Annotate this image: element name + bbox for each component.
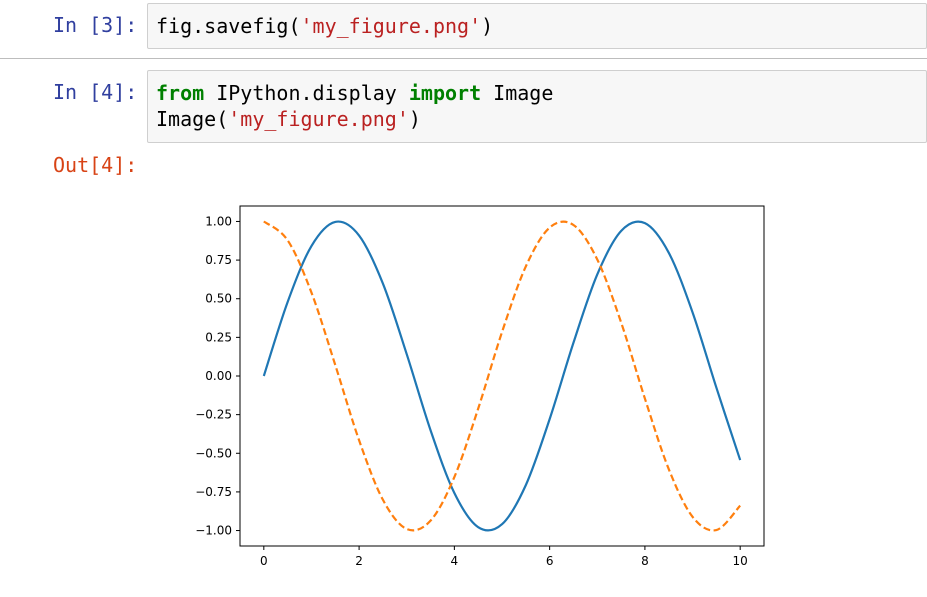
code-token: fig.savefig( bbox=[156, 14, 301, 38]
series-line-dashed bbox=[263, 220, 742, 532]
x-tick-label: 10 bbox=[733, 554, 748, 568]
code-line: Image('my_figure.png') bbox=[156, 106, 421, 132]
cell-separator bbox=[0, 58, 927, 59]
y-tick-label: 0.25 bbox=[205, 330, 232, 344]
y-tick-label: 1.00 bbox=[205, 214, 232, 228]
y-tick-label: 0.50 bbox=[205, 292, 232, 306]
y-tick-label: −0.75 bbox=[195, 485, 232, 499]
series-line-solid bbox=[262, 220, 742, 532]
y-tick-label: −0.25 bbox=[195, 408, 232, 422]
x-tick-label: 2 bbox=[355, 554, 363, 568]
code-token: 'my_figure.png' bbox=[228, 107, 409, 131]
code-token: 'my_figure.png' bbox=[300, 14, 482, 38]
y-tick-label: −0.50 bbox=[195, 446, 232, 460]
y-tick-label: −1.00 bbox=[195, 524, 232, 538]
y-tick-label: 0.75 bbox=[205, 253, 232, 267]
input-prompt-3: In [3]: bbox=[53, 13, 138, 37]
x-tick-label: 4 bbox=[451, 554, 459, 568]
x-tick-label: 0 bbox=[260, 554, 268, 568]
y-tick-label: 0.00 bbox=[205, 369, 232, 383]
output-plot: 1.00 0.75 0.50 0.25 0.00 −0.25 −0.50 −0.75 −1.00… bbox=[195, 205, 765, 568]
code-token: IPython.display bbox=[204, 81, 409, 105]
code-token: ) bbox=[481, 14, 494, 38]
code-token: from bbox=[156, 81, 205, 105]
x-tick-label: 8 bbox=[641, 554, 649, 568]
code-token: Image( bbox=[156, 107, 229, 131]
code-line: from IPython.display import Image bbox=[156, 80, 553, 106]
code-token: import bbox=[408, 81, 482, 105]
code-line: fig.savefig('my_figure.png') bbox=[156, 13, 493, 39]
x-tick-label: 6 bbox=[546, 554, 554, 568]
code-token: ) bbox=[408, 107, 421, 131]
output-prompt-4: Out[4]: bbox=[53, 153, 138, 177]
code-cell-4[interactable]: from IPython.display import Image Image(… bbox=[147, 70, 927, 143]
code-token: Image bbox=[481, 81, 554, 105]
input-prompt-4: In [4]: bbox=[53, 80, 138, 104]
code-cell-3[interactable]: fig.savefig('my_figure.png') bbox=[147, 3, 927, 49]
axes-frame bbox=[239, 205, 765, 547]
